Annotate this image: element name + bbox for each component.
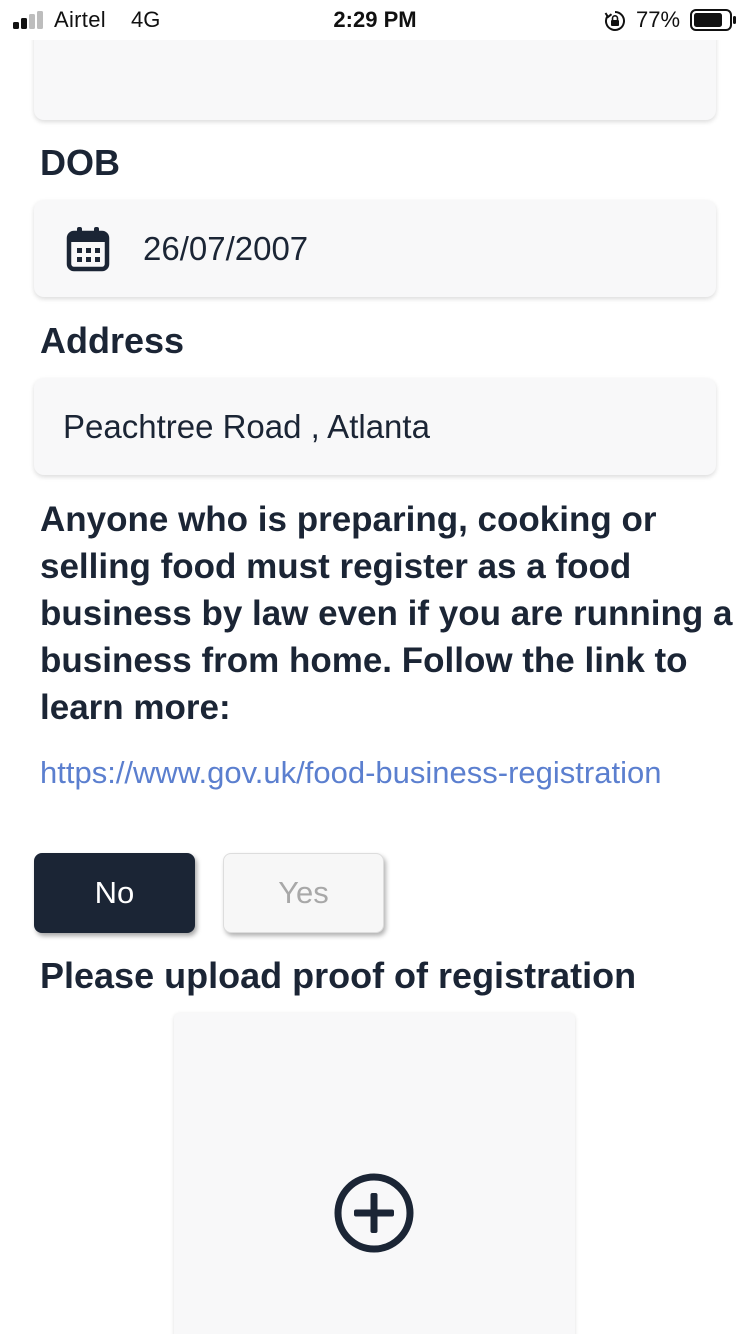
status-bar: Airtel 4G 2:29 PM 77%	[0, 0, 750, 40]
yes-button[interactable]: Yes	[223, 853, 384, 933]
upload-label: Please upload proof of registration	[40, 955, 637, 996]
registration-link[interactable]: https://www.gov.uk/food-business-registr…	[40, 752, 680, 794]
battery-percent: 77%	[636, 7, 681, 32]
dob-label: DOB	[40, 142, 120, 183]
dob-field[interactable]	[34, 200, 716, 297]
address-value[interactable]: Peachtree Road , Atlanta	[63, 408, 430, 446]
calendar-icon[interactable]	[66, 226, 110, 272]
no-button[interactable]: No	[34, 853, 195, 933]
battery-icon	[690, 9, 736, 31]
orientation-lock-icon	[604, 11, 625, 31]
dob-value[interactable]: 26/07/2007	[143, 230, 308, 268]
food-business-notice: Anyone who is preparing, cooking or sell…	[40, 500, 733, 727]
address-label: Address	[40, 320, 185, 361]
previous-field[interactable]	[34, 30, 716, 120]
add-circle-icon[interactable]	[333, 1172, 415, 1254]
